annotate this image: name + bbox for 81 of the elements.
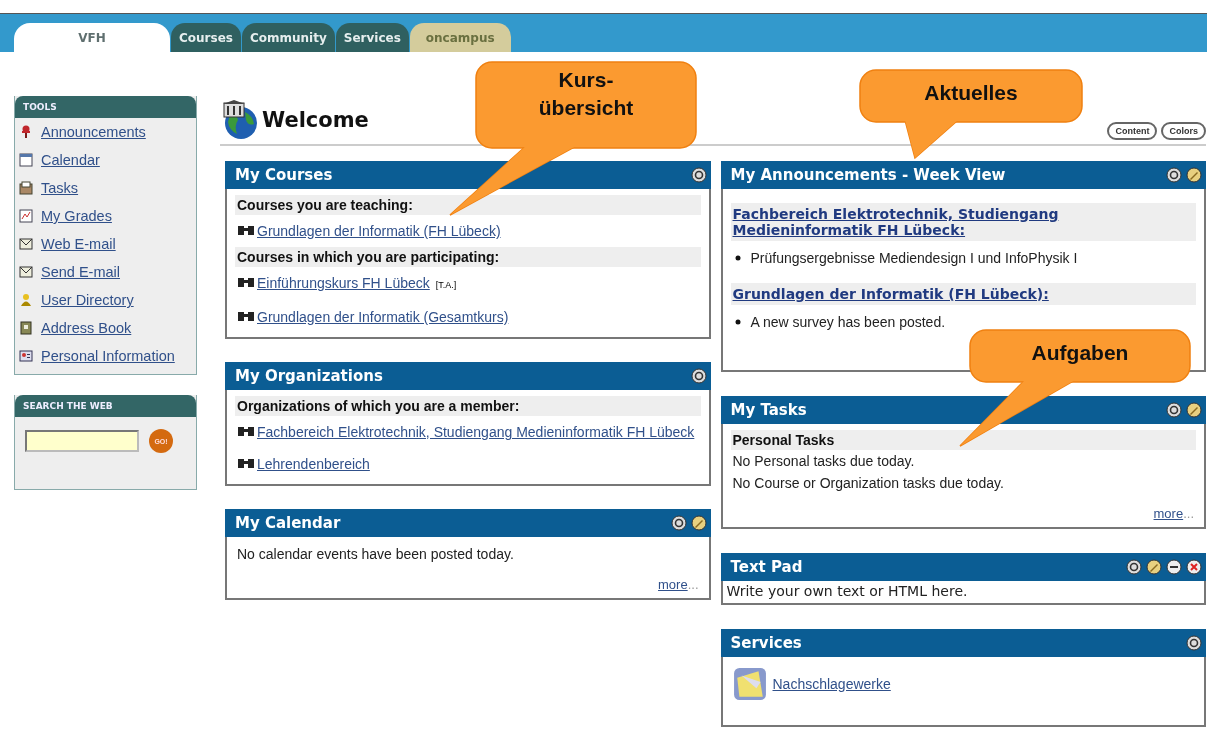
module-title: My Courses: [235, 166, 333, 184]
refresh-icon[interactable]: [690, 368, 707, 384]
tool-link[interactable]: Web E-mail: [41, 236, 116, 252]
header-button[interactable]: Colors: [1161, 122, 1206, 140]
refresh-icon[interactable]: [670, 515, 687, 531]
section-heading: Courses you are teaching:: [235, 195, 701, 215]
note-text: Write your own text or HTML here.: [726, 583, 969, 601]
module-title: My Organizations: [235, 367, 383, 385]
edit-icon[interactable]: [1146, 559, 1162, 575]
tool-link[interactable]: Address Book: [41, 320, 132, 336]
section-heading: Organizations of which you are a member:: [235, 396, 701, 416]
role-label: [T.A.]: [435, 279, 457, 292]
callout-label: Kurs- übersicht: [537, 67, 635, 121]
minimize-icon[interactable]: [1166, 559, 1182, 575]
service-link[interactable]: Nachschlagewerke: [772, 676, 891, 692]
more-link[interactable]: more: [1153, 506, 1184, 521]
page-title: Welcome: [262, 108, 369, 132]
edit-icon[interactable]: [690, 515, 707, 531]
users-icon: [19, 293, 33, 307]
status-text: No calendar events have been posted today.: [236, 545, 515, 564]
globe-icon: [220, 100, 260, 140]
edit-icon[interactable]: [1186, 402, 1202, 418]
grades-icon: [19, 209, 33, 223]
announcement-text: Prüfungsergebnisse Mediendesign I und InfoPhysik I: [750, 250, 1078, 266]
ellipsis-text: ...: [1183, 506, 1194, 521]
ellipsis-text: ...: [687, 577, 699, 592]
tool-link[interactable]: Send E-mail: [41, 264, 120, 280]
tool-link[interactable]: Personal Information: [41, 348, 175, 364]
bullet-icon: [734, 319, 741, 325]
refresh-icon[interactable]: [690, 167, 707, 183]
course-link[interactable]: Grundlagen der Informatik (FH Lübeck): [257, 219, 501, 243]
binoculars-icon: [237, 457, 255, 469]
nav-tab[interactable]: VFH: [14, 23, 170, 52]
callout-label: Aktuelles: [923, 80, 1019, 106]
module-title: Services: [730, 634, 802, 652]
refresh-icon[interactable]: [1166, 167, 1182, 183]
nav-tab[interactable]: Community: [241, 23, 335, 52]
close-icon[interactable]: [1186, 559, 1202, 575]
pin-icon: [19, 125, 33, 139]
binoculars-icon: [237, 310, 255, 322]
mail-icon: [19, 237, 33, 251]
status-text: No Course or Organization tasks due today.: [731, 474, 1005, 493]
binoculars-icon: [237, 425, 255, 437]
panel-title: TOOLS: [15, 96, 196, 118]
module-title: My Calendar: [235, 514, 341, 532]
nav-tab[interactable]: Courses: [171, 23, 241, 52]
bullet-icon: [734, 255, 741, 261]
course-link[interactable]: Einführungskurs FH Lübeck: [257, 271, 430, 295]
binoculars-icon: [237, 276, 255, 288]
profile-icon: [19, 349, 33, 363]
module-title: My Tasks: [730, 401, 807, 419]
callout-label: Aufgaben: [1030, 340, 1130, 366]
header-button[interactable]: Content: [1107, 122, 1158, 140]
refresh-icon[interactable]: [1126, 559, 1142, 575]
section-heading: Courses in which you are participating:: [235, 247, 701, 267]
reference-book-icon: [732, 667, 767, 701]
search-field[interactable]: [25, 430, 139, 452]
more-link[interactable]: more: [658, 577, 688, 592]
binoculars-icon: [237, 224, 255, 236]
course-link[interactable]: Grundlagen der Informatik (Gesamtkurs): [257, 305, 509, 329]
tool-link[interactable]: Calendar: [41, 152, 100, 168]
tool-link[interactable]: Tasks: [41, 180, 79, 196]
module-title: My Announcements - Week View: [730, 166, 1006, 184]
tasks-icon: [19, 181, 33, 195]
tool-link[interactable]: User Directory: [41, 292, 134, 308]
module-title: Text Pad: [730, 558, 803, 576]
book-icon: [19, 321, 33, 335]
announcement-text: A new survey has been posted.: [750, 314, 946, 330]
edit-icon[interactable]: [1186, 167, 1202, 183]
refresh-icon[interactable]: [1166, 402, 1182, 418]
course-link[interactable]: Fachbereich Elektrotechnik, Studiengang Medieninformatik FH Lübeck: [257, 420, 695, 444]
mail-icon: [19, 265, 33, 279]
status-text: No Personal tasks due today.: [731, 452, 916, 471]
tool-link[interactable]: Announcements: [41, 124, 146, 140]
course-link[interactable]: Lehrendenbereich: [257, 452, 370, 476]
panel-title: SEARCH THE WEB: [15, 395, 196, 417]
refresh-icon[interactable]: [1186, 635, 1202, 651]
tool-link[interactable]: My Grades: [41, 208, 112, 224]
calendar-icon: [19, 153, 33, 167]
nav-tab[interactable]: Services: [335, 23, 409, 52]
section-heading: Personal Tasks: [730, 430, 1196, 450]
